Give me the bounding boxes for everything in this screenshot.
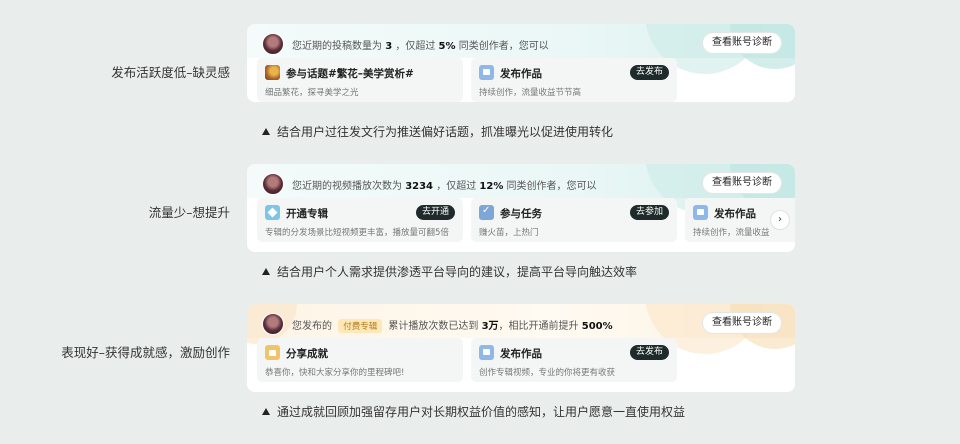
strategy-note-inspiration: 结合用户过往发文行为推送偏好话题，抓准曝光以促进使用转化 [262,123,613,140]
topic-photo-icon [265,65,280,80]
suggestion-card-achievement: 您发布的 付费专辑 累计播放次数已达到 3万，相比开通前提升 500% 查看账号… [247,304,795,392]
strategy-note-traffic: 结合用户个人需求提供渗透平台导向的建议，提高平台导向触达效率 [262,263,637,280]
video-icon [479,345,494,360]
suggestion-item-open-album[interactable]: 开通专辑 专辑的分发场景比短视频更丰富，播放量可翻5倍 去开通 [257,198,463,242]
suggestion-card-traffic: 您近期的视频播放次数为 3234 ，仅超过 12% 同类创作者，您可以 查看账号… [247,164,795,252]
card-headline: 您发布的 付费专辑 累计播放次数已达到 3万，相比开通前提升 500% [292,319,613,333]
triangle-up-icon [262,128,270,135]
thumbs-up-icon [265,345,280,360]
go-join-button[interactable]: 去参加 [629,205,669,220]
card-headline: 您近期的视频播放次数为 3234 ，仅超过 12% 同类创作者，您可以 [292,181,597,192]
suggestion-item-topic[interactable]: 参与话题#繁花–美学赏析# 细品繁花，探寻美学之光 [257,58,463,102]
suggestion-item-task[interactable]: 参与任务 赚火苗，上热门 去参加 [471,198,677,242]
task-icon [479,205,494,220]
section-label-traffic: 流量少–想提升 [148,205,230,220]
video-icon [693,205,708,220]
triangle-up-icon [262,268,270,275]
video-icon [479,65,494,80]
paid-album-tag: 付费专辑 [338,319,383,333]
suggestion-item-publish[interactable]: 发布作品 持续创作，流量收益节节高 去发布 [471,58,677,102]
suggestion-item-share[interactable]: 分享成就 恭喜你，快和大家分享你的里程碑吧! [257,338,463,382]
avatar [262,173,284,195]
go-publish-button[interactable]: 去发布 [629,65,669,80]
go-open-button[interactable]: 去开通 [415,205,455,220]
view-account-diagnosis-button[interactable]: 查看账号诊断 [703,173,781,193]
view-account-diagnosis-button[interactable]: 查看账号诊断 [703,313,781,333]
suggestion-card-inspiration: 您近期的投稿数量为 3 ，仅超过 5% 同类创作者，您可以 查看账号诊断 参与话… [247,24,795,102]
suggestion-item-publish[interactable]: 发布作品 创作专辑视频，专业的你将更有收获 去发布 [471,338,677,382]
diamond-icon [265,205,280,220]
section-label-inspiration: 发布活跃度低–缺灵感 [111,65,230,80]
triangle-up-icon [262,408,270,415]
chevron-right-icon[interactable]: › [771,211,789,229]
section-label-achievement: 表现好–获得成就感，激励创作 [61,345,230,360]
go-publish-button[interactable]: 去发布 [629,345,669,360]
avatar [262,313,284,335]
strategy-note-achievement: 通过成就回顾加强留存用户对长期权益价值的感知，让用户愿意一直使用权益 [262,403,685,420]
avatar [262,33,284,55]
card-headline: 您近期的投稿数量为 3 ，仅超过 5% 同类创作者，您可以 [292,41,549,52]
view-account-diagnosis-button[interactable]: 查看账号诊断 [703,33,781,53]
